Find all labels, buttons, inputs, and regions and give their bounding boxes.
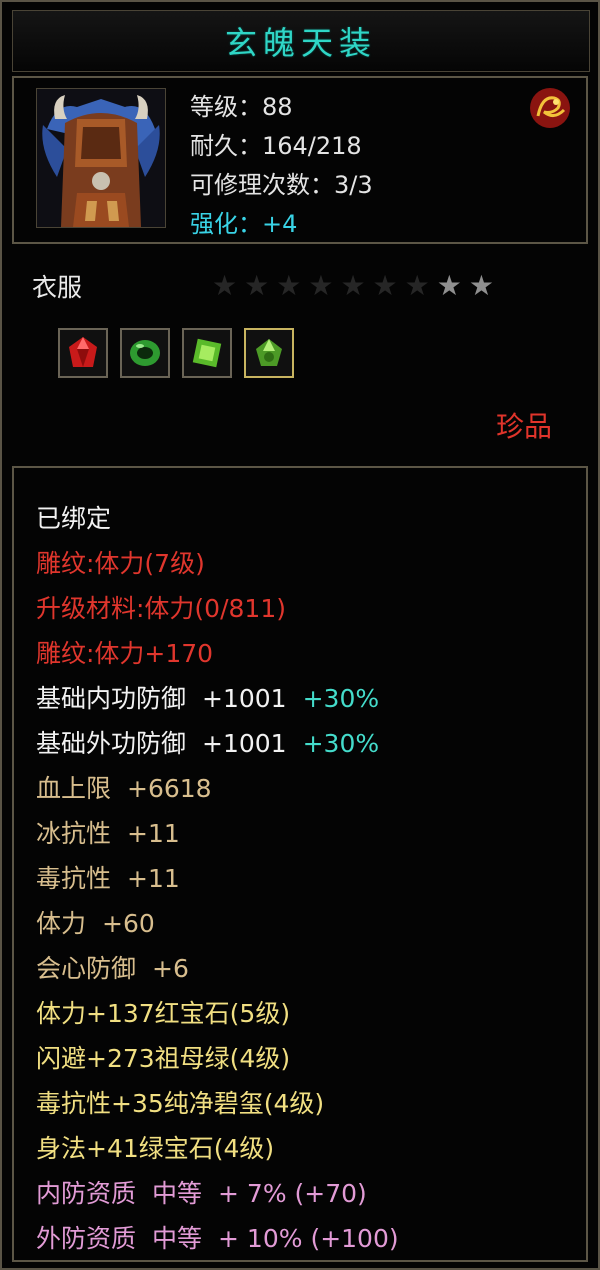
inner-quality-grade: 中等 [152, 1179, 203, 1208]
item-tooltip: 玄魄天装 等级：88 耐久：164/218 可修理次数：3/3 强化：+4 衣服… [0, 0, 600, 1270]
crit-defense-line: 会心防御 +6 [36, 946, 399, 991]
gem-stat-3: 毒抗性+35纯净碧玺(4级) [36, 1089, 325, 1118]
star-icon: ★ [436, 269, 462, 302]
item-level: 等级：88 [190, 93, 293, 121]
outer-quality-value: + 10% (+100) [218, 1224, 399, 1253]
poison-resist-value: +11 [127, 864, 180, 893]
inner-defense-bonus: +30% [302, 684, 380, 713]
gem-slot-1[interactable] [58, 328, 108, 378]
outer-defense-value: +1001 [202, 729, 287, 758]
inner-defense-value: +1001 [202, 684, 287, 713]
green-crystal-gem-icon [256, 339, 282, 366]
star-icon: ★ [340, 269, 366, 302]
crit-defense-label: 会心防御 [36, 954, 137, 983]
star-icon: ★ [244, 269, 270, 302]
gem-stat-2: 闪避+273祖母绿(4级) [36, 1044, 291, 1073]
hp-value: +6618 [127, 774, 212, 803]
gem-slot-3[interactable] [182, 328, 232, 378]
star-icon: ★ [212, 269, 238, 302]
ice-resist-line: 冰抗性 +11 [36, 811, 399, 856]
inner-defense-line: 基础内功防御 +1001 +30% [36, 676, 399, 721]
vitality-label: 体力 [36, 909, 87, 938]
ice-resist-label: 冰抗性 [36, 819, 112, 848]
green-ring-gem-icon [130, 340, 160, 366]
stats-panel: 已绑定 雕纹:体力(7级) 升级材料:体力(0/811) 雕纹:体力+170 基… [12, 466, 588, 1262]
inner-quality-line: 内防资质 中等 + 7% (+70) [36, 1171, 399, 1216]
inner-quality-label: 内防资质 [36, 1179, 137, 1208]
outer-quality-label: 外防资质 [36, 1224, 137, 1253]
outer-defense-line: 基础外功防御 +1001 +30% [36, 721, 399, 766]
star-icon: ★ [404, 269, 430, 302]
item-durability: 耐久：164/218 [190, 132, 362, 160]
gem-stat-4: 身法+41绿宝石(4级) [36, 1134, 275, 1163]
item-info-panel: 等级：88 耐久：164/218 可修理次数：3/3 强化：+4 [12, 76, 588, 244]
engrave-line: 雕纹:体力(7级) [36, 549, 205, 578]
hp-line: 血上限 +6618 [36, 766, 399, 811]
green-gem-icon [192, 338, 222, 368]
item-type: 衣服 [32, 273, 83, 302]
gem-stat-1: 体力+137红宝石(5级) [36, 999, 291, 1028]
inner-defense-label: 基础内功防御 [36, 684, 187, 713]
strengthen-label: 强化： [190, 210, 262, 238]
bound-status: 已绑定 [36, 504, 112, 533]
outer-quality-grade: 中等 [152, 1224, 203, 1253]
outer-defense-bonus: +30% [302, 729, 380, 758]
item-rarity: 珍品 [495, 410, 552, 443]
item-strengthen: 强化：+4 [190, 205, 373, 244]
hp-label: 血上限 [36, 774, 112, 803]
star-rating: ★ ★ ★ ★ ★ ★ ★ ★ ★ [212, 272, 494, 300]
item-name: 玄魄天装 [224, 24, 377, 62]
crit-defense-value: +6 [152, 954, 189, 983]
red-gem-icon [69, 337, 97, 367]
gem-sockets [58, 328, 294, 378]
gem-slot-2[interactable] [120, 328, 170, 378]
poison-resist-label: 毒抗性 [36, 864, 112, 893]
star-icon: ★ [468, 269, 494, 302]
armor-portrait-icon [36, 88, 166, 228]
outer-defense-label: 基础外功防御 [36, 729, 187, 758]
outer-quality-line: 外防资质 中等 + 10% (+100) [36, 1216, 399, 1261]
strengthen-value: +4 [262, 210, 298, 238]
poison-resist-line: 毒抗性 +11 [36, 856, 399, 901]
engrave-bonus-line: 雕纹:体力+170 [36, 639, 214, 668]
fire-emblem-icon [528, 86, 572, 130]
upgrade-material-line: 升级材料:体力(0/811) [36, 594, 286, 623]
item-repair-count: 可修理次数：3/3 [190, 171, 373, 199]
star-icon: ★ [308, 269, 334, 302]
star-icon: ★ [276, 269, 302, 302]
vitality-value: +60 [102, 909, 155, 938]
vitality-line: 体力 +60 [36, 901, 399, 946]
title-bar: 玄魄天装 [12, 10, 590, 72]
star-icon: ★ [372, 269, 398, 302]
inner-quality-value: + 7% (+70) [218, 1179, 367, 1208]
ice-resist-value: +11 [127, 819, 180, 848]
gem-slot-4[interactable] [244, 328, 294, 378]
